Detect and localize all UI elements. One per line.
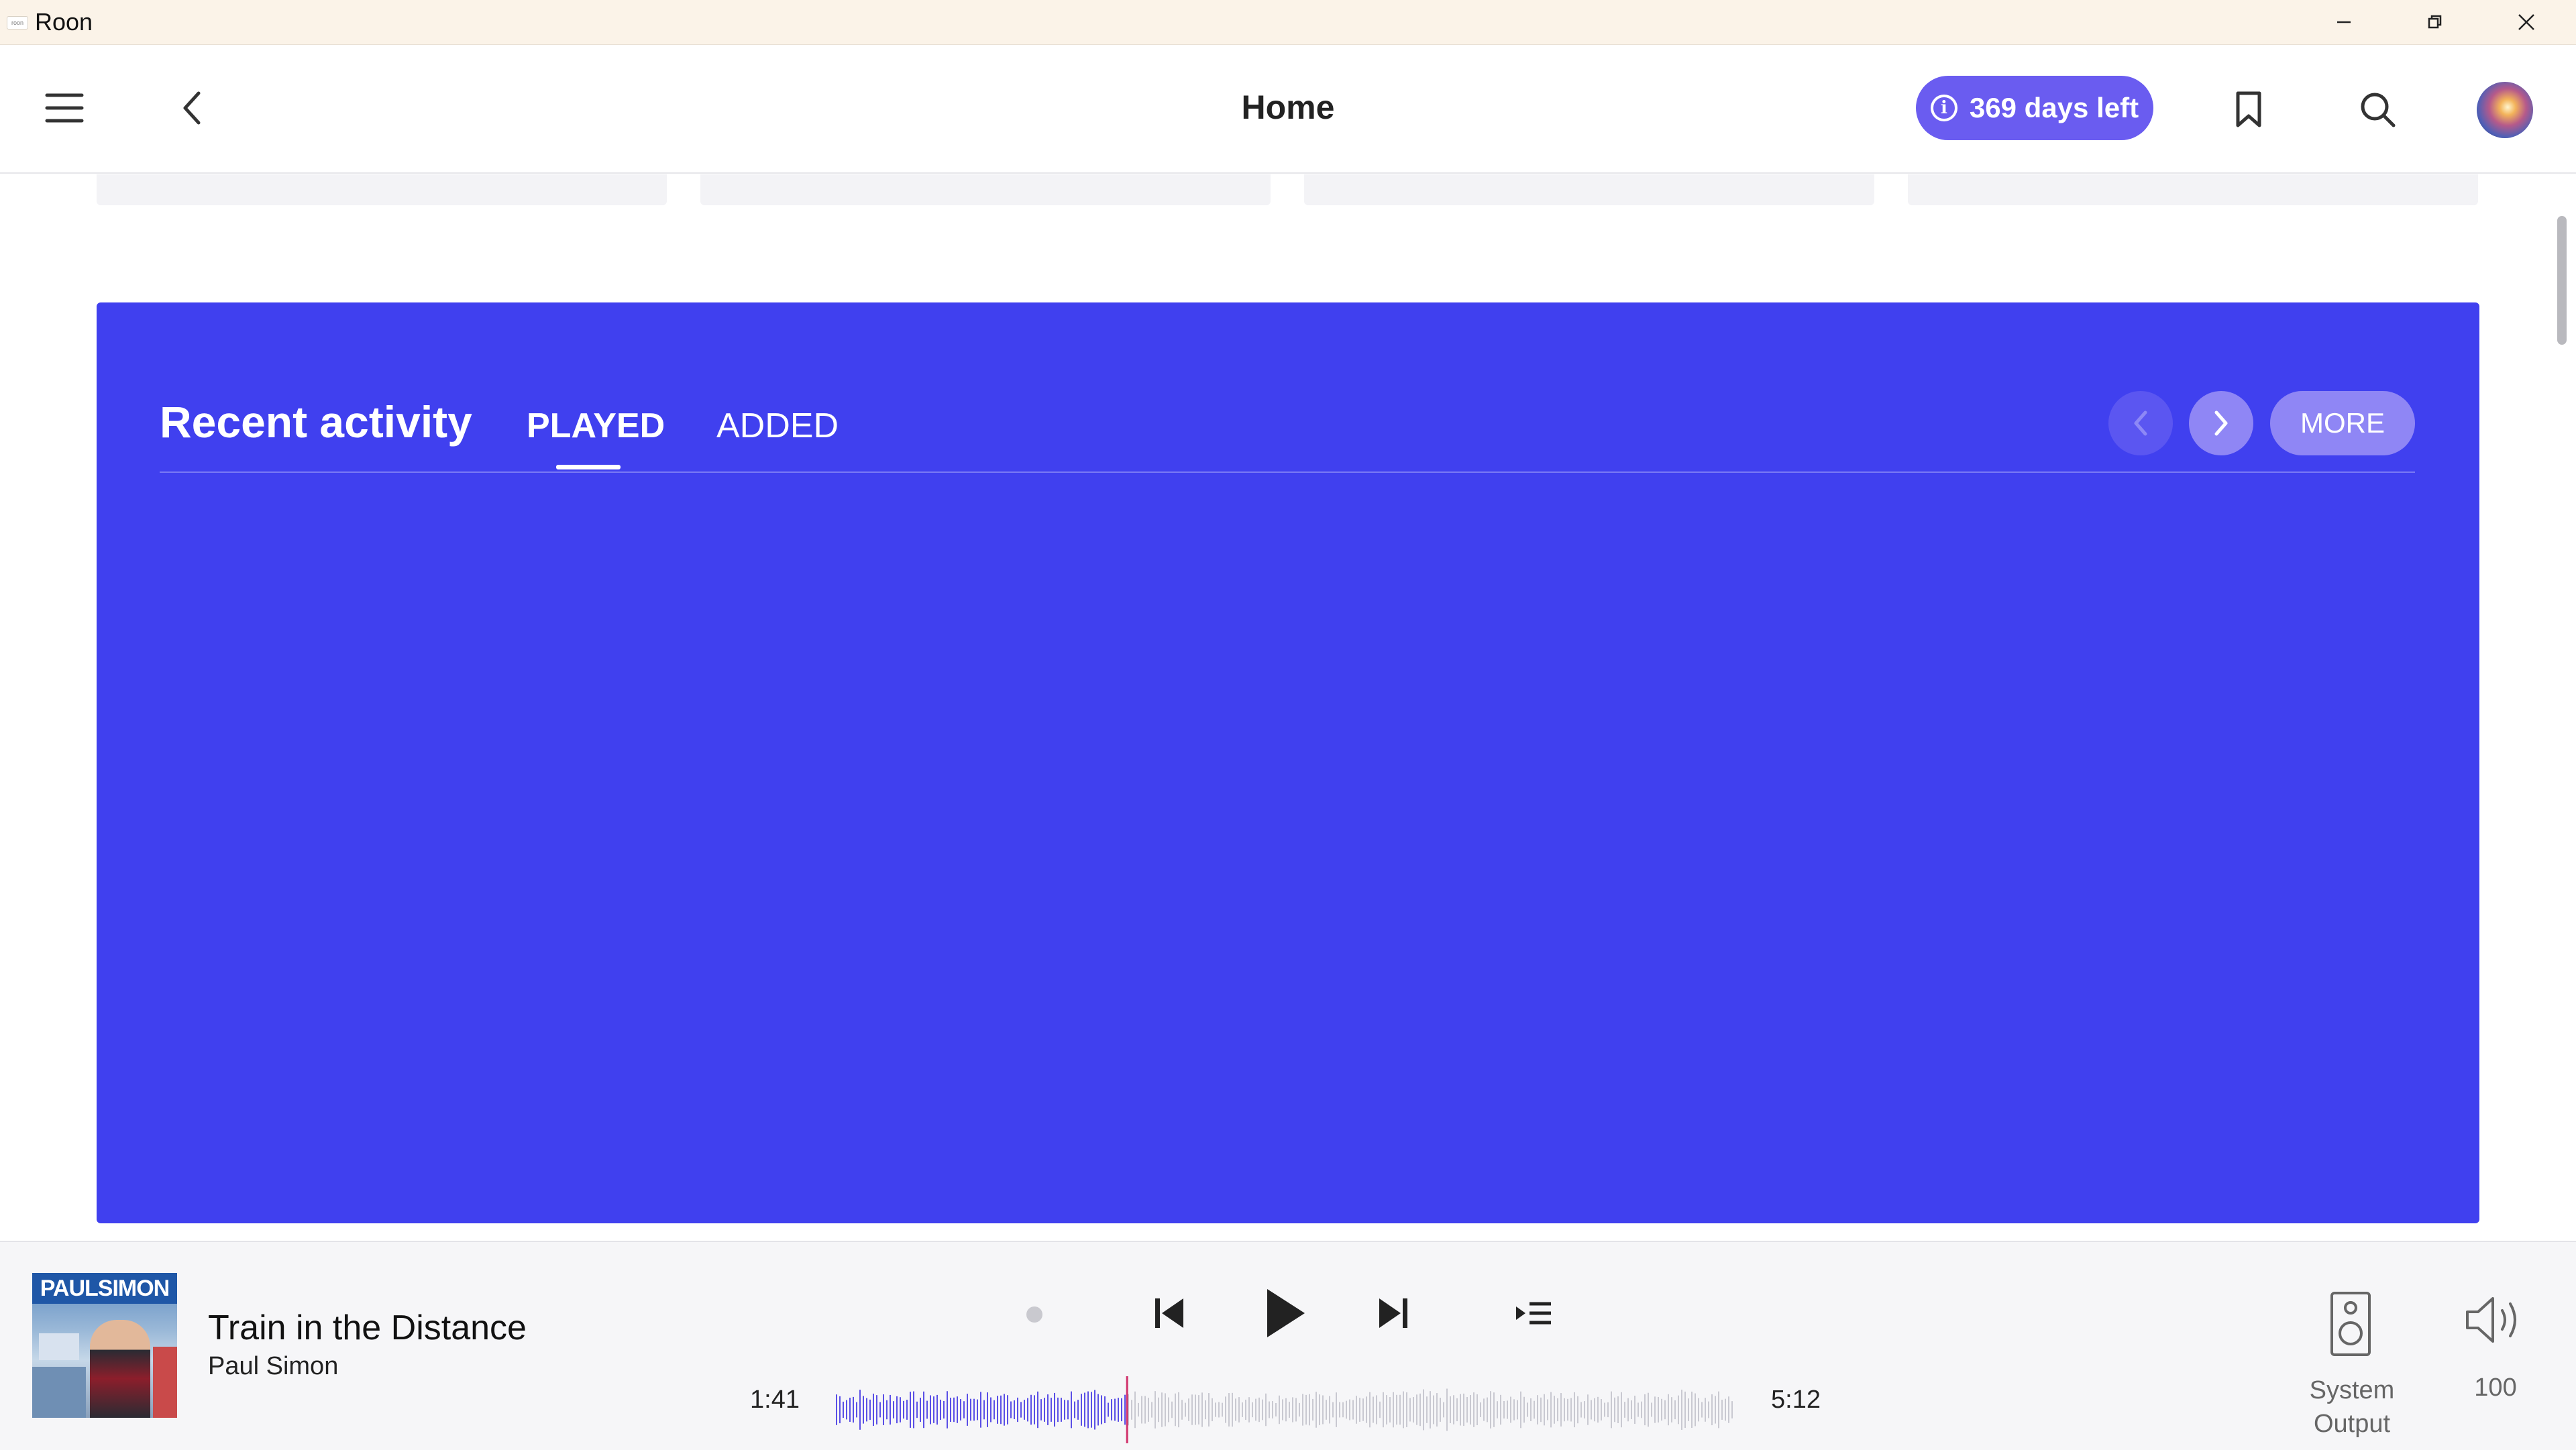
queue-button[interactable] xyxy=(1505,1288,1562,1341)
album-art[interactable]: PAULSIMON xyxy=(32,1273,177,1418)
bookmark-icon xyxy=(2236,91,2261,127)
card-placeholder xyxy=(1908,174,2478,205)
output-device-label[interactable]: System Output xyxy=(2288,1374,2416,1441)
album-art-figure xyxy=(90,1320,150,1418)
track-artist[interactable]: Paul Simon xyxy=(208,1352,338,1381)
top-navigation-bar: Home i 369 days left xyxy=(0,45,2576,174)
track-duration: 5:12 xyxy=(1771,1386,1821,1414)
card-placeholder xyxy=(97,174,667,205)
page-title: Home xyxy=(1241,89,1335,126)
chevron-left-icon xyxy=(2134,410,2147,436)
search-button[interactable] xyxy=(2349,81,2406,137)
restore-button[interactable] xyxy=(2390,0,2481,44)
album-art-detail xyxy=(39,1333,79,1360)
minimize-button[interactable] xyxy=(2298,0,2390,44)
tab-played[interactable]: PLAYED xyxy=(527,406,665,446)
search-icon xyxy=(2361,93,2396,127)
output-device-button[interactable] xyxy=(2322,1289,2379,1359)
close-window-button[interactable] xyxy=(2481,0,2572,44)
elapsed-time: 1:41 xyxy=(750,1386,800,1414)
tabs-divider xyxy=(160,471,2415,473)
trial-days-badge[interactable]: i 369 days left xyxy=(1916,76,2153,140)
trial-days-label: 369 days left xyxy=(1969,92,2139,123)
vertical-scrollbar[interactable] xyxy=(2557,216,2567,345)
tab-added[interactable]: ADDED xyxy=(716,406,839,446)
volume-button[interactable] xyxy=(2462,1292,2529,1348)
previous-page-button[interactable] xyxy=(2108,391,2173,455)
album-art-detail xyxy=(32,1367,86,1418)
radio-indicator-dot[interactable] xyxy=(1026,1306,1042,1323)
speaker-icon xyxy=(2330,1292,2371,1356)
minimize-icon xyxy=(2337,21,2351,23)
window-titlebar: roon Roon xyxy=(0,0,2576,45)
card-placeholder xyxy=(1304,174,1874,205)
more-button[interactable]: MORE xyxy=(2270,391,2415,455)
info-icon: i xyxy=(1930,95,1957,121)
waveform-seek-bar[interactable] xyxy=(836,1376,1735,1443)
user-avatar[interactable] xyxy=(2477,82,2533,138)
recent-activity-title: Recent activity xyxy=(160,397,472,447)
chevron-right-icon xyxy=(2214,410,2228,436)
volume-icon xyxy=(2466,1297,2516,1343)
next-track-button[interactable] xyxy=(1366,1285,1422,1341)
bookmark-button[interactable] xyxy=(2220,81,2277,137)
recent-activity-panel: Recent activity PLAYED ADDED MORE xyxy=(97,302,2479,1223)
queue-icon xyxy=(1516,1302,1551,1325)
window-title: Roon xyxy=(35,8,93,36)
album-art-detail xyxy=(153,1347,177,1418)
previous-track-button[interactable] xyxy=(1140,1285,1197,1341)
active-tab-indicator xyxy=(556,465,621,469)
output-device-label-line: System xyxy=(2309,1376,2395,1404)
play-button[interactable] xyxy=(1250,1280,1318,1347)
now-playing-bar: PAULSIMON Train in the Distance Paul Sim… xyxy=(0,1241,2576,1450)
roon-app-icon: roon xyxy=(7,16,28,30)
album-art-title: PAULSIMON xyxy=(32,1273,177,1304)
output-device-label-line: Output xyxy=(2313,1410,2391,1438)
next-page-button[interactable] xyxy=(2189,391,2253,455)
close-icon xyxy=(2518,14,2534,30)
play-icon xyxy=(1267,1289,1305,1337)
skip-previous-icon xyxy=(1155,1298,1183,1328)
track-title[interactable]: Train in the Distance xyxy=(208,1308,527,1348)
card-placeholder xyxy=(700,174,1271,205)
restore-icon xyxy=(2428,15,2442,29)
volume-level: 100 xyxy=(2474,1374,2517,1402)
skip-next-icon xyxy=(1379,1298,1407,1328)
